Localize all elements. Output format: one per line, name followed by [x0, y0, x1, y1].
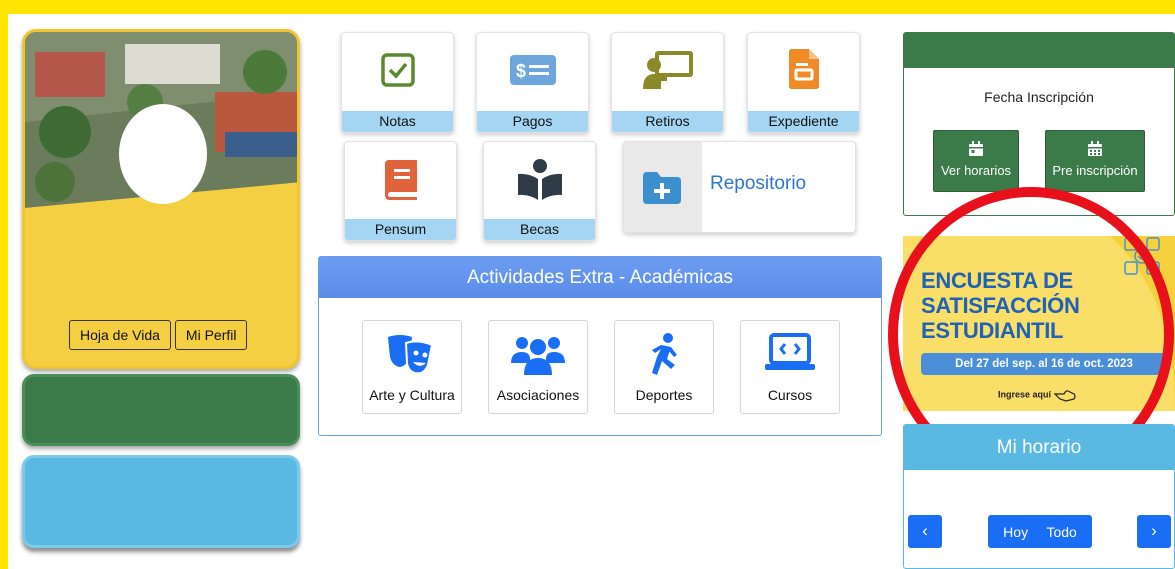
- tile-pensum[interactable]: Pensum: [344, 141, 457, 241]
- todo-button[interactable]: Todo: [1046, 524, 1076, 540]
- svg-text:$: $: [516, 61, 526, 81]
- activities-panel: Actividades Extra - Académicas Arte y Cu…: [318, 256, 882, 436]
- calendar-day-icon: [969, 141, 983, 156]
- banner-cta[interactable]: Ingrese aquí: [998, 388, 1076, 402]
- activity-asociaciones[interactable]: Asociaciones: [488, 320, 588, 414]
- inscripcion-header: [904, 33, 1174, 68]
- repositorio-icon-panel: [624, 142, 702, 232]
- activity-cursos-label: Cursos: [767, 387, 813, 403]
- hoy-button[interactable]: Hoy: [1003, 524, 1028, 540]
- inscripcion-panel: Fecha Inscripción Ver horarios Pre inscr…: [903, 32, 1175, 216]
- blue-info-card[interactable]: [22, 455, 300, 548]
- banner-title-line1: ENCUESTA DE: [921, 268, 1073, 293]
- tile-repositorio-label: Repositorio: [710, 173, 807, 194]
- tile-pagos[interactable]: $ Pagos: [476, 32, 589, 133]
- tile-pensum-label: Pensum: [345, 219, 456, 240]
- theater-masks-icon: [388, 335, 434, 375]
- mi-horario-title: Mi horario: [904, 425, 1174, 470]
- prev-button[interactable]: ‹: [908, 515, 942, 548]
- banner-title-line2: SATISFACCIÓN: [921, 293, 1080, 318]
- pointing-hand-icon: [1053, 390, 1076, 402]
- pre-inscripcion-label: Pre inscripción: [1052, 163, 1138, 178]
- pre-inscripcion-button[interactable]: Pre inscripción: [1045, 130, 1145, 192]
- inscripcion-title: Fecha Inscripción: [984, 89, 1094, 105]
- payment-icon: $: [509, 55, 556, 85]
- banner-title-line3: ESTUDIANTIL: [921, 318, 1064, 343]
- tile-retiros-label: Retiros: [612, 111, 723, 132]
- activity-deportes[interactable]: Deportes: [614, 320, 714, 414]
- tile-becas-label: Becas: [484, 219, 595, 240]
- tile-pagos-label: Pagos: [477, 111, 588, 132]
- mi-perfil-button[interactable]: Mi Perfil: [174, 320, 248, 350]
- activity-asociaciones-label: Asociaciones: [496, 387, 580, 403]
- checkbox-icon: [380, 53, 415, 87]
- green-info-card[interactable]: [22, 374, 300, 446]
- tile-retiros[interactable]: Retiros: [611, 32, 724, 133]
- ver-horarios-label: Ver horarios: [940, 163, 1012, 178]
- group-icon: [511, 337, 565, 375]
- mi-horario-panel: Mi horario ‹ Hoy Todo ›: [903, 424, 1175, 569]
- activities-title: Actividades Extra - Académicas: [319, 257, 881, 298]
- next-button[interactable]: ›: [1137, 515, 1171, 548]
- file-icon: [788, 49, 819, 89]
- activity-deportes-label: Deportes: [635, 387, 693, 403]
- hoja-de-vida-button[interactable]: Hoja de Vida: [69, 320, 171, 350]
- calendar-grid-icon: [1088, 141, 1102, 156]
- reading-person-icon: [517, 159, 562, 200]
- activity-arte-y-cultura[interactable]: Arte y Cultura: [362, 320, 462, 414]
- tile-expediente-label: Expediente: [748, 111, 859, 132]
- tile-expediente[interactable]: Expediente: [747, 32, 860, 133]
- tile-repositorio[interactable]: Repositorio: [623, 141, 856, 233]
- activity-cursos[interactable]: Cursos: [740, 320, 840, 414]
- book-icon: [384, 160, 417, 200]
- survey-banner[interactable]: ENCUESTA DE SATISFACCIÓN ESTUDIANTIL Del…: [903, 230, 1175, 411]
- activity-arte-label: Arte y Cultura: [369, 387, 455, 403]
- teacher-board-icon: [642, 51, 693, 89]
- profile-card: Hoja de Vida Mi Perfil: [22, 29, 300, 369]
- tile-notas[interactable]: Notas: [341, 32, 454, 133]
- running-person-icon: [652, 333, 677, 375]
- banner-title: ENCUESTA DE SATISFACCIÓN ESTUDIANTIL: [921, 268, 1080, 343]
- ver-horarios-button[interactable]: Ver horarios: [933, 130, 1019, 192]
- laptop-code-icon: [765, 333, 815, 370]
- horario-view-group: Hoy Todo: [988, 515, 1092, 548]
- banner-dates: Del 27 del sep. al 16 de oct. 2023: [921, 353, 1167, 375]
- folder-plus-icon: [643, 172, 681, 204]
- banner-cta-label: Ingrese aquí: [998, 389, 1052, 400]
- tile-notas-label: Notas: [342, 111, 453, 132]
- tile-becas[interactable]: Becas: [483, 141, 596, 241]
- avatar[interactable]: [119, 104, 207, 204]
